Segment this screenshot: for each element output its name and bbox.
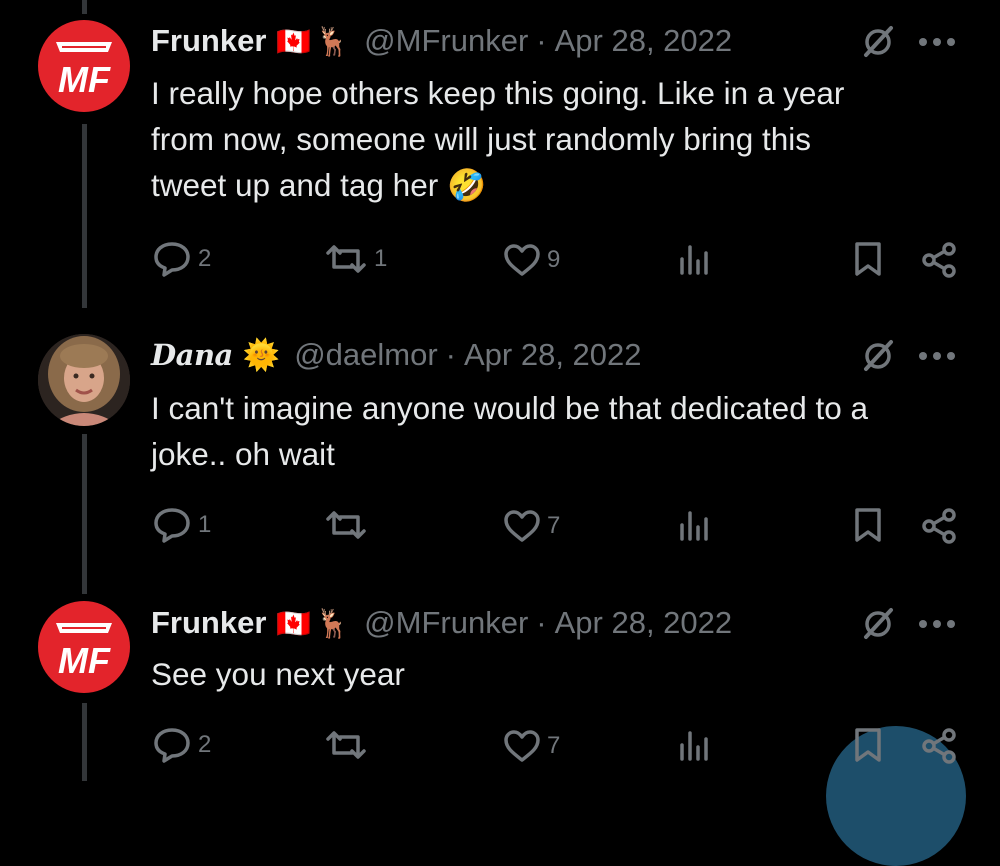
display-name[interactable]: Frunker [151, 605, 266, 641]
retweet-count: 1 [374, 245, 388, 272]
heart-icon [504, 244, 540, 276]
reply-icon [154, 728, 190, 763]
mf-logo-icon: MF [56, 623, 112, 681]
views-button[interactable] [678, 243, 712, 275]
reply-count: 2 [198, 245, 212, 272]
tweet-2[interactable]: Dana 🌞 @daelmor · Apr 28, 2022 I can't i… [0, 310, 1000, 595]
retweet-button[interactable]: 1 [324, 243, 387, 275]
user-handle[interactable]: @daelmor [294, 337, 437, 373]
views-icon [680, 731, 708, 761]
share-icon [922, 728, 956, 764]
reply-button[interactable]: 1 [152, 507, 211, 543]
like-count: 9 [547, 246, 561, 273]
views-icon [680, 245, 708, 275]
thread-line [82, 703, 87, 781]
sun-icon: 🌞 [242, 338, 281, 372]
share-icon [922, 242, 956, 278]
more-options-icon[interactable] [918, 351, 956, 361]
share-button[interactable] [920, 507, 958, 545]
retweet-icon [326, 731, 366, 759]
grok-icon[interactable] [860, 606, 896, 642]
avatar[interactable]: MF [38, 601, 130, 693]
tweet-text-fragment: tweet up and tag her [151, 167, 439, 203]
tweet-date[interactable]: Apr 28, 2022 [555, 605, 733, 641]
tweet-text-line: from now, someone will just randomly bri… [151, 121, 812, 157]
display-name[interactable]: Frunker [151, 23, 266, 59]
bookmark-icon [855, 508, 881, 542]
deer-icon: 🦌 [315, 25, 351, 57]
separator-dot: · [536, 23, 547, 58]
heart-icon [504, 510, 540, 542]
like-button[interactable]: 9 [503, 243, 560, 277]
rofl-emoji: 🤣 [446, 167, 487, 203]
share-button[interactable] [920, 727, 958, 765]
retweet-button[interactable] [324, 729, 374, 761]
tweet-text-line: I can't imagine anyone would be that ded… [151, 390, 869, 426]
avatar[interactable]: MF [38, 20, 130, 112]
bookmark-icon [855, 242, 881, 276]
reply-count: 1 [198, 511, 212, 538]
separator-dot: · [445, 337, 456, 372]
tweet-text-line: joke.. oh wait [151, 436, 335, 472]
reply-icon [154, 508, 190, 543]
reply-count: 2 [198, 731, 212, 758]
deer-icon: 🦌 [315, 607, 351, 639]
grok-icon[interactable] [860, 338, 896, 374]
tweet-text-line: tweet up and tag her 🤣 [151, 162, 961, 208]
thread-line-top [82, 0, 87, 14]
tweet-header: Frunker 🇨🇦 🦌 @MFrunker · Apr 28, 2022 [151, 18, 732, 64]
canada-flag-icon: 🇨🇦 [276, 25, 312, 57]
thread-line [82, 434, 87, 594]
canada-flag-icon: 🇨🇦 [276, 607, 312, 639]
retweet-icon [326, 245, 366, 273]
bookmark-button[interactable] [853, 241, 883, 277]
tweet-date[interactable]: Apr 28, 2022 [555, 23, 733, 59]
retweet-button[interactable] [324, 509, 374, 541]
svg-text:MF: MF [58, 640, 111, 681]
display-name[interactable]: Dana [151, 338, 233, 372]
tweet-header: Frunker 🇨🇦 🦌 @MFrunker · Apr 28, 2022 [151, 600, 732, 646]
tweet-text: I really hope others keep this going. Li… [151, 70, 961, 208]
views-icon [680, 511, 708, 541]
bookmark-icon [855, 728, 881, 762]
tweet-text-line: See you next year [151, 656, 405, 692]
user-handle[interactable]: @MFrunker [364, 605, 528, 641]
tweet-1[interactable]: MF Frunker 🇨🇦 🦌 @MFrunker · Apr 28, 2022… [0, 0, 1000, 310]
tweet-date[interactable]: Apr 28, 2022 [464, 337, 642, 373]
grok-icon[interactable] [860, 24, 896, 60]
avatar[interactable] [38, 334, 130, 426]
like-count: 7 [547, 512, 561, 539]
thread-line [82, 124, 87, 308]
bookmark-button[interactable] [853, 507, 883, 543]
mf-logo-icon: MF [56, 42, 112, 100]
like-button[interactable]: 7 [503, 509, 560, 543]
like-button[interactable]: 7 [503, 729, 560, 763]
views-button[interactable] [678, 509, 712, 541]
tweet-header: Dana 🌞 @daelmor · Apr 28, 2022 [151, 332, 642, 378]
share-button[interactable] [920, 241, 958, 279]
heart-icon [504, 730, 540, 762]
user-handle[interactable]: @MFrunker [364, 23, 528, 59]
more-options-icon[interactable] [918, 37, 956, 47]
share-icon [922, 508, 956, 544]
reply-button[interactable]: 2 [152, 727, 211, 763]
tweet-text: See you next year [151, 651, 961, 697]
retweet-icon [326, 511, 366, 539]
reply-button[interactable]: 2 [152, 241, 211, 277]
reply-icon [154, 242, 190, 277]
more-options-icon[interactable] [918, 619, 956, 629]
like-count: 7 [547, 732, 561, 759]
tweet-text-line: I really hope others keep this going. Li… [151, 75, 845, 111]
svg-text:MF: MF [58, 59, 111, 100]
profile-photo [38, 334, 130, 426]
views-button[interactable] [678, 729, 712, 761]
tweet-text: I can't imagine anyone would be that ded… [151, 385, 961, 477]
bookmark-button[interactable] [853, 727, 883, 763]
separator-dot: · [536, 605, 547, 640]
